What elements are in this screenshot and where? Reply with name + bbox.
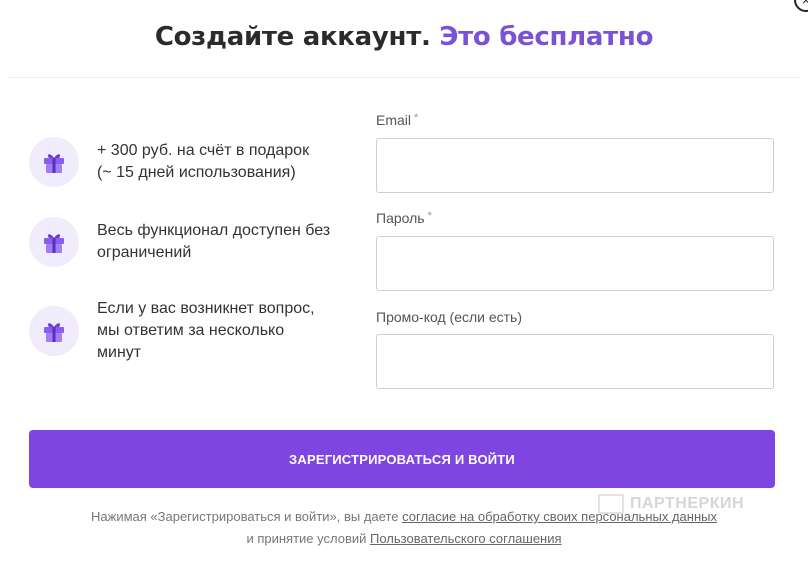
watermark: ПАРТНЕРКИН xyxy=(598,494,744,514)
email-field[interactable] xyxy=(376,138,774,193)
register-and-login-button[interactable]: ЗАРЕГИСТРИРОВАТЬСЯ И ВОЙТИ xyxy=(29,430,775,488)
benefit-item-full-access: Весь функционал доступен без ограничений xyxy=(29,217,349,267)
password-label-text: Пароль xyxy=(376,210,425,226)
email-label: Email * xyxy=(376,112,418,128)
password-label: Пароль * xyxy=(376,210,432,226)
legal-text: и принятие условий xyxy=(246,531,367,546)
benefit-item-bonus: + 300 руб. на счёт в подарок (~ 15 дней … xyxy=(29,137,349,187)
required-marker: * xyxy=(414,112,419,124)
gift-icon xyxy=(29,217,79,267)
required-marker: * xyxy=(427,210,432,222)
gift-icon xyxy=(29,137,79,187)
title-accent: Это бесплатно xyxy=(439,22,654,52)
user-agreement-link[interactable]: Пользовательского соглашения xyxy=(370,531,562,546)
close-button[interactable]: × xyxy=(794,0,808,12)
promo-code-field[interactable] xyxy=(376,334,774,389)
benefit-text: Весь функционал доступен без ограничений xyxy=(97,222,331,261)
page-title: Создайте аккаунт. Это бесплатно xyxy=(0,22,808,52)
watermark-logo-icon xyxy=(598,494,624,514)
benefit-text: + 300 руб. на счёт в подарок (~ 15 дней … xyxy=(97,142,310,181)
promo-label: Промо-код (если есть) xyxy=(376,309,523,325)
benefit-text: Если у вас возникнет вопрос, мы ответим … xyxy=(97,300,315,361)
password-field[interactable] xyxy=(376,236,774,291)
title-main: Создайте аккаунт. xyxy=(154,22,431,52)
benefit-item-support: Если у вас возникнет вопрос, мы ответим … xyxy=(29,298,349,364)
close-icon: × xyxy=(801,0,808,8)
legal-text: Нажимая «Зарегистрироваться и войти», вы… xyxy=(91,509,399,524)
watermark-text: ПАРТНЕРКИН xyxy=(630,495,745,512)
legal-line-terms: и принятие условий Пользовательского сог… xyxy=(0,531,808,546)
email-label-text: Email xyxy=(376,112,412,128)
gift-icon xyxy=(29,306,79,356)
header-divider xyxy=(8,77,800,78)
